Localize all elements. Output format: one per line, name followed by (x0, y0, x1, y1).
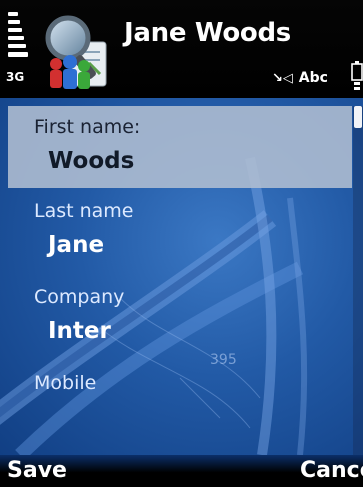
last-name-label: Last name (34, 200, 134, 222)
softkey-bar: Save Cancel (0, 455, 363, 487)
field-mobile[interactable]: Mobile (8, 366, 352, 446)
contact-form: 395 First name: Woods Last name Jane Com… (0, 98, 363, 455)
mobile-label: Mobile (34, 372, 97, 394)
cancel-softkey[interactable]: Cancel (300, 455, 363, 487)
company-value[interactable]: Inter (48, 318, 111, 344)
edit-contact-screen: 3G Jane Woods ↘◁ Abc 395 First name: Woo… (0, 0, 363, 487)
title-bar: 3G Jane Woods ↘◁ Abc (0, 0, 363, 98)
input-mode-label: Abc (298, 70, 328, 86)
company-label: Company (34, 286, 125, 308)
last-name-value[interactable]: Jane (48, 232, 104, 258)
signal-strength-icon (8, 12, 30, 62)
scrollbar[interactable] (353, 106, 363, 455)
page-title: Jane Woods (124, 18, 291, 48)
network-type-label: 3G (6, 70, 25, 84)
contacts-search-icon (45, 15, 107, 89)
field-last-name[interactable]: Last name Jane (8, 194, 352, 274)
battery-icon (351, 61, 363, 90)
first-name-label: First name: (34, 116, 141, 138)
field-first-name[interactable]: First name: Woods (8, 106, 352, 188)
input-mode-indicator: ↘◁ Abc (272, 70, 328, 86)
first-name-value[interactable]: Woods (48, 148, 134, 174)
pen-icon: ↘◁ (272, 71, 293, 86)
scrollbar-thumb[interactable] (354, 106, 362, 128)
save-softkey[interactable]: Save (7, 455, 67, 487)
field-company[interactable]: Company Inter (8, 280, 352, 360)
